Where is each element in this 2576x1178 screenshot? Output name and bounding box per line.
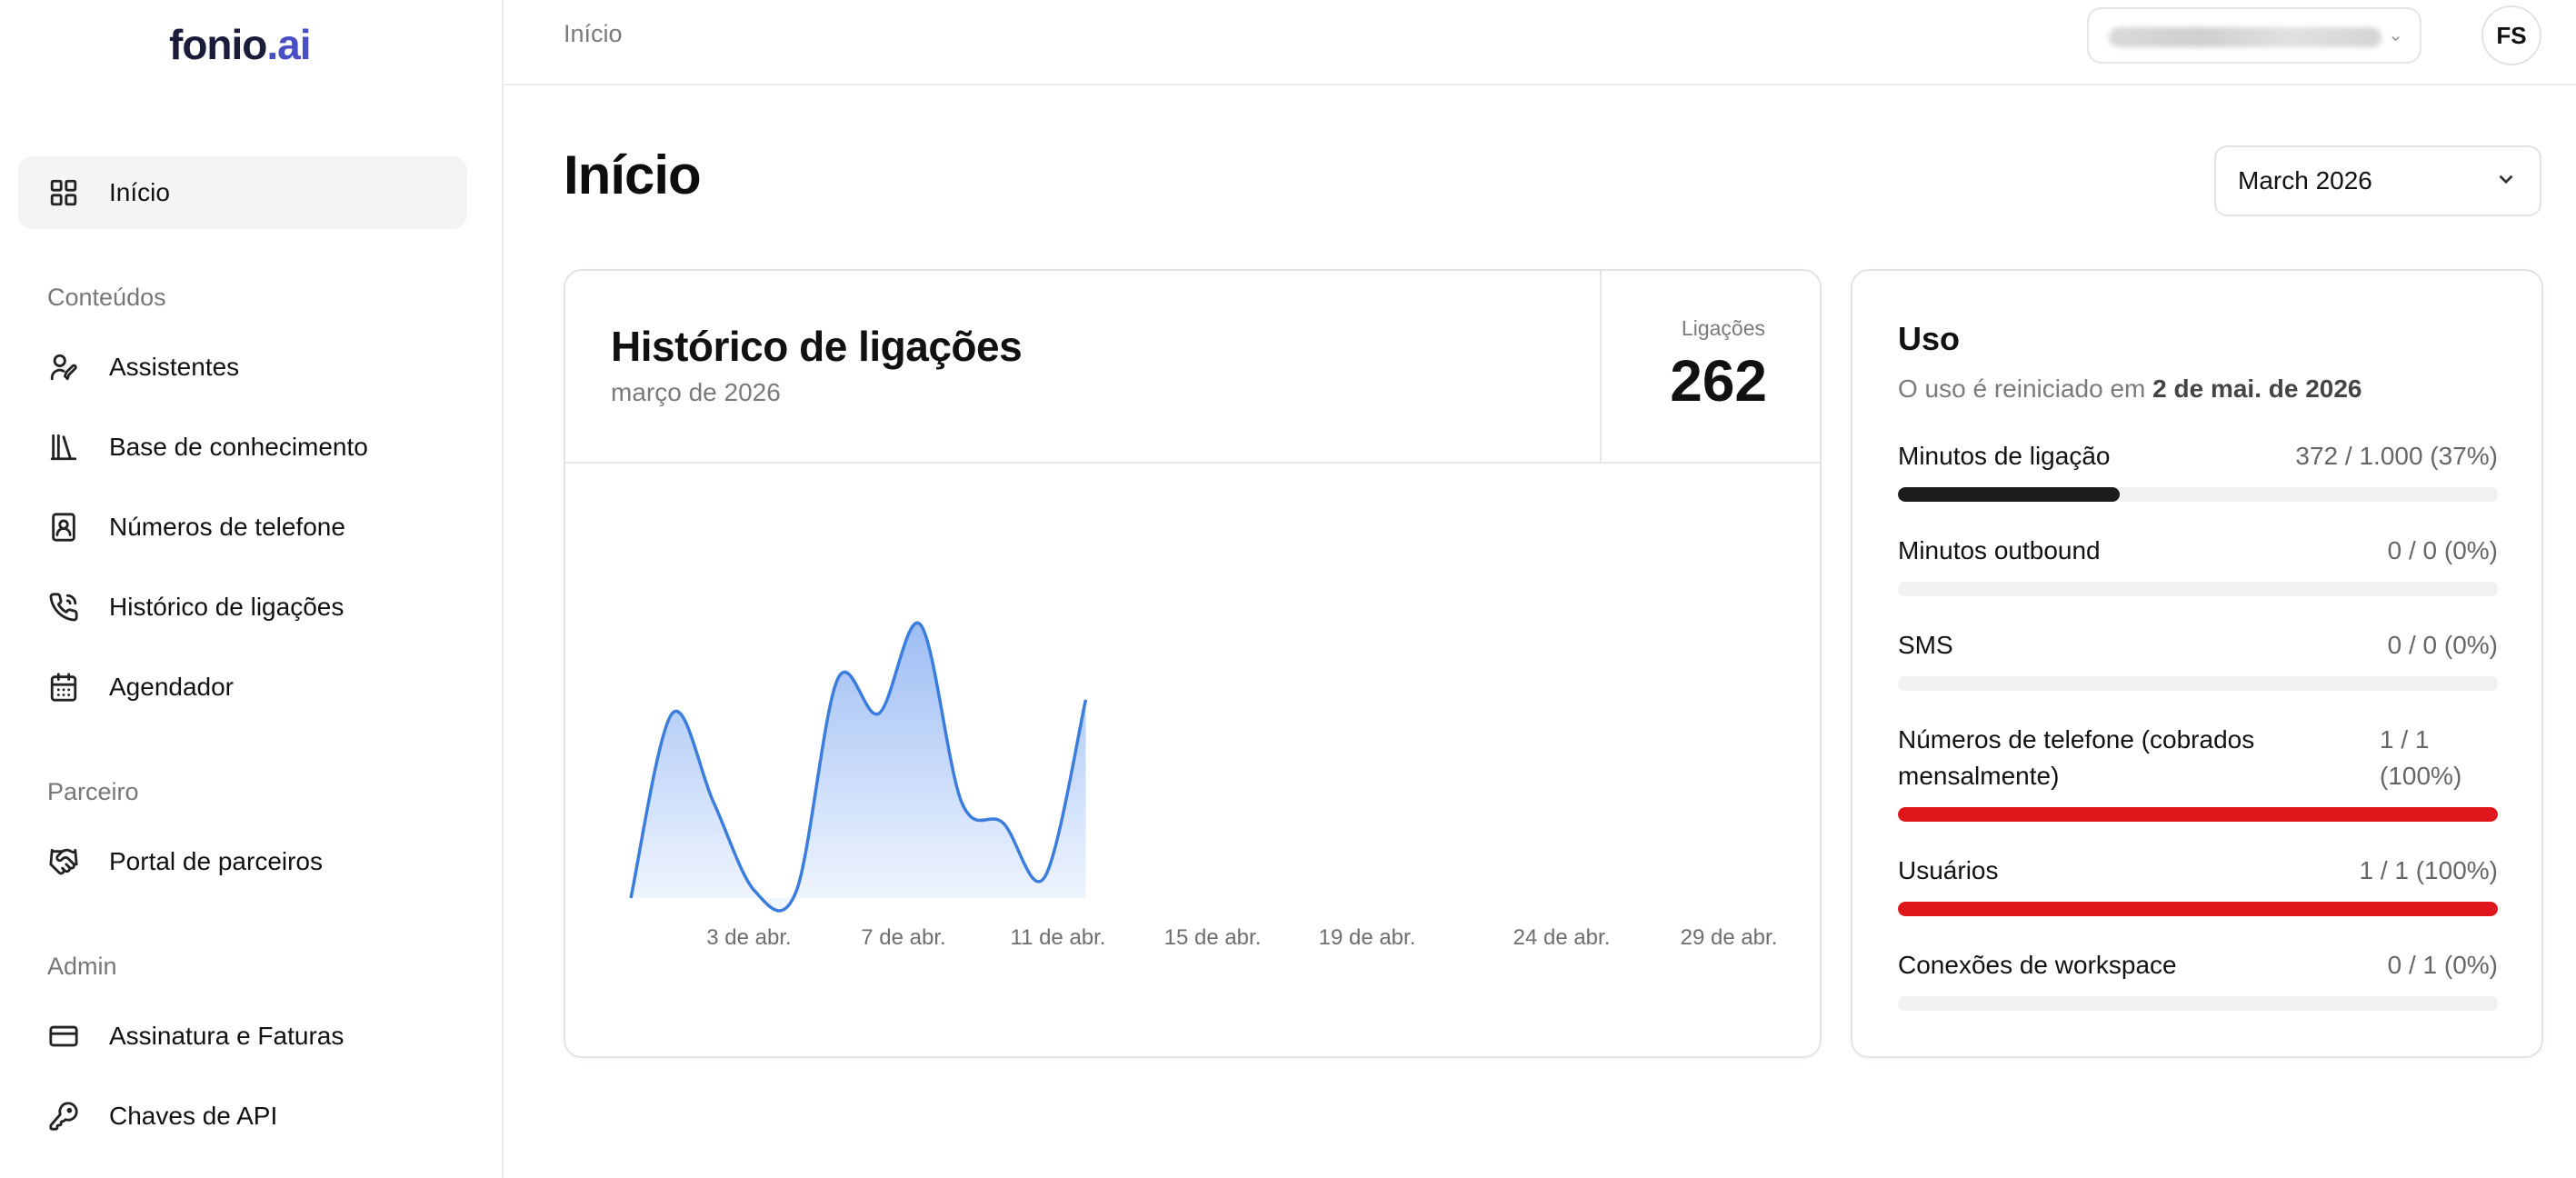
chart-point[interactable]: [795, 890, 797, 892]
key-icon: [47, 1100, 80, 1133]
usage-progress-fill: [1898, 807, 2498, 822]
chart-point[interactable]: [1043, 876, 1045, 878]
sidebar-item-phone-numbers[interactable]: Números de telefone: [18, 491, 467, 564]
month-selector-value: March 2026: [2238, 166, 2372, 195]
chart-point[interactable]: [837, 678, 839, 680]
call-history-card: Histórico de ligações março de 2026 Liga…: [564, 269, 1822, 1058]
sidebar-item-label: Início: [109, 178, 170, 206]
usage-progress-fill: [1898, 487, 2121, 502]
sidebar-item-label: Portal de parceiros: [109, 847, 324, 875]
grid-icon: [47, 176, 80, 209]
chevron-down-icon: ⌄: [2388, 25, 2403, 45]
usage-label: Usuários: [1898, 856, 1999, 884]
usage-reset-text: O uso é reiniciado em 2 de mai. de 2026: [1898, 374, 2362, 404]
sidebar-item-label: Assistentes: [109, 353, 240, 381]
usage-reset-date: 2 de mai. de 2026: [2152, 374, 2362, 403]
usage-label: Minutos de ligação: [1898, 442, 2111, 470]
calls-stat-value: 262: [1670, 348, 1767, 414]
chevron-down-icon: [2494, 167, 2518, 191]
section-label-admin: Admin: [47, 953, 117, 980]
sidebar-item-billing[interactable]: Assinatura e Faturas: [18, 1000, 467, 1073]
usage-label: Números de telefone (cobrados mensalment…: [1898, 725, 2255, 790]
calls-stat: Ligações 262: [1600, 271, 1820, 462]
chart-point[interactable]: [878, 713, 880, 714]
usage-value: 0 / 0 (0%): [2387, 536, 2498, 564]
call-history-chart: 3 de abr. 7 de abr. 11 de abr. 15 de abr. 19…: [565, 464, 1820, 1056]
usage-value: 0 / 1 (0%): [2387, 951, 2498, 979]
usage-value: 372 / 1.000 (37%): [2295, 442, 2498, 470]
chart-point[interactable]: [754, 890, 756, 892]
sidebar-item-scheduler[interactable]: Agendador: [18, 651, 467, 724]
call-history-title: Histórico de ligações: [611, 323, 1023, 370]
usage-progress-track: [1898, 676, 2498, 691]
sidebar-item-label: Números de telefone: [109, 513, 345, 541]
call-history-header: Histórico de ligações março de 2026 Liga…: [565, 271, 1820, 464]
x-tick-label: 29 de abr.: [1681, 925, 1778, 950]
sidebar-item-knowledge-base[interactable]: Base de conhecimento: [18, 411, 467, 484]
sidebar-item-label: Base de conhecimento: [109, 433, 368, 461]
avatar[interactable]: FS: [2481, 5, 2541, 65]
handshake-icon: [47, 845, 80, 878]
x-tick-label: 15 de abr.: [1164, 925, 1262, 950]
section-label-content: Conteúdos: [47, 284, 166, 311]
sidebar-item-home[interactable]: Início: [18, 156, 467, 229]
fonio-logo[interactable]: fonio.ai: [169, 20, 312, 69]
usage-title: Uso: [1898, 320, 1961, 357]
usage-label: Conexões de workspace: [1898, 951, 2177, 979]
sidebar-item-api-keys[interactable]: Chaves de API: [18, 1080, 467, 1153]
logo-text: fonio: [169, 21, 267, 68]
usage-label: SMS: [1898, 631, 1953, 659]
workspace-selector[interactable]: ⌄: [2087, 7, 2421, 64]
x-tick-label: 11 de abr.: [1011, 925, 1106, 950]
usage-card: Uso O uso é reiniciado em 2 de mai. de 2…: [1851, 269, 2543, 1058]
logo-suffix: .ai: [266, 21, 311, 68]
usage-progress-track: [1898, 807, 2498, 822]
top-header: Início ⌄ FS: [504, 0, 2576, 85]
month-selector[interactable]: March 2026: [2214, 145, 2541, 216]
page-title: Início: [564, 145, 702, 205]
sidebar: fonio.ai Início Conteúdos Assistentes Ba…: [0, 0, 504, 1178]
sidebar-item-label: Histórico de ligações: [109, 593, 344, 621]
chart-point[interactable]: [961, 802, 963, 804]
calendar-icon: [47, 671, 80, 704]
chart-point[interactable]: [630, 897, 632, 899]
call-history-subtitle: março de 2026: [611, 378, 781, 406]
chart-point[interactable]: [713, 802, 714, 804]
sidebar-item-partner-portal[interactable]: Portal de parceiros: [18, 825, 467, 898]
x-tick-label: 19 de abr.: [1319, 925, 1416, 950]
assistant-icon: [47, 351, 80, 384]
usage-reset-prefix: O uso é reiniciado em: [1898, 374, 2146, 403]
sidebar-item-label: Chaves de API: [109, 1102, 278, 1130]
usage-value: 0 / 0 (0%): [2387, 631, 2498, 659]
x-tick-label: 24 de abr.: [1513, 925, 1611, 950]
library-icon: [47, 431, 80, 464]
chart-point[interactable]: [1003, 822, 1004, 824]
section-label-partner: Parceiro: [47, 778, 139, 805]
phone-icon: [47, 591, 80, 624]
area-chart: 3 de abr. 7 de abr. 11 de abr. 15 de abr. 19…: [629, 621, 1778, 950]
sidebar-item-label: Assinatura e Faturas: [109, 1022, 344, 1050]
calls-stat-label: Ligações: [1681, 316, 1765, 340]
usage-progress-track: [1898, 582, 2498, 596]
breadcrumb[interactable]: Início: [564, 20, 623, 48]
usage-progress-fill: [1898, 902, 2498, 916]
usage-label: Minutos outbound: [1898, 536, 2101, 564]
chart-point[interactable]: [1085, 699, 1087, 701]
chart-point[interactable]: [920, 624, 922, 625]
usage-value: 1 / 1 (100%): [2359, 856, 2498, 884]
sidebar-item-call-history[interactable]: Histórico de ligações: [18, 571, 467, 644]
usage-progress-track: [1898, 996, 2498, 1011]
usage-progress-track: [1898, 487, 2498, 502]
sidebar-item-label: Agendador: [109, 673, 235, 701]
contact-book-icon: [47, 511, 80, 544]
chart-area-fill: [631, 623, 1086, 911]
x-tick-label: 7 de abr.: [861, 925, 945, 950]
usage-progress-track: [1898, 902, 2498, 916]
workspace-name-redacted: [2109, 27, 2381, 47]
credit-card-icon: [47, 1020, 80, 1053]
usage-value: 1 / 1 (100%): [2380, 725, 2462, 790]
sidebar-item-assistants[interactable]: Assistentes: [18, 331, 467, 404]
x-tick-label: 3 de abr.: [706, 925, 791, 950]
chart-point[interactable]: [672, 713, 674, 714]
